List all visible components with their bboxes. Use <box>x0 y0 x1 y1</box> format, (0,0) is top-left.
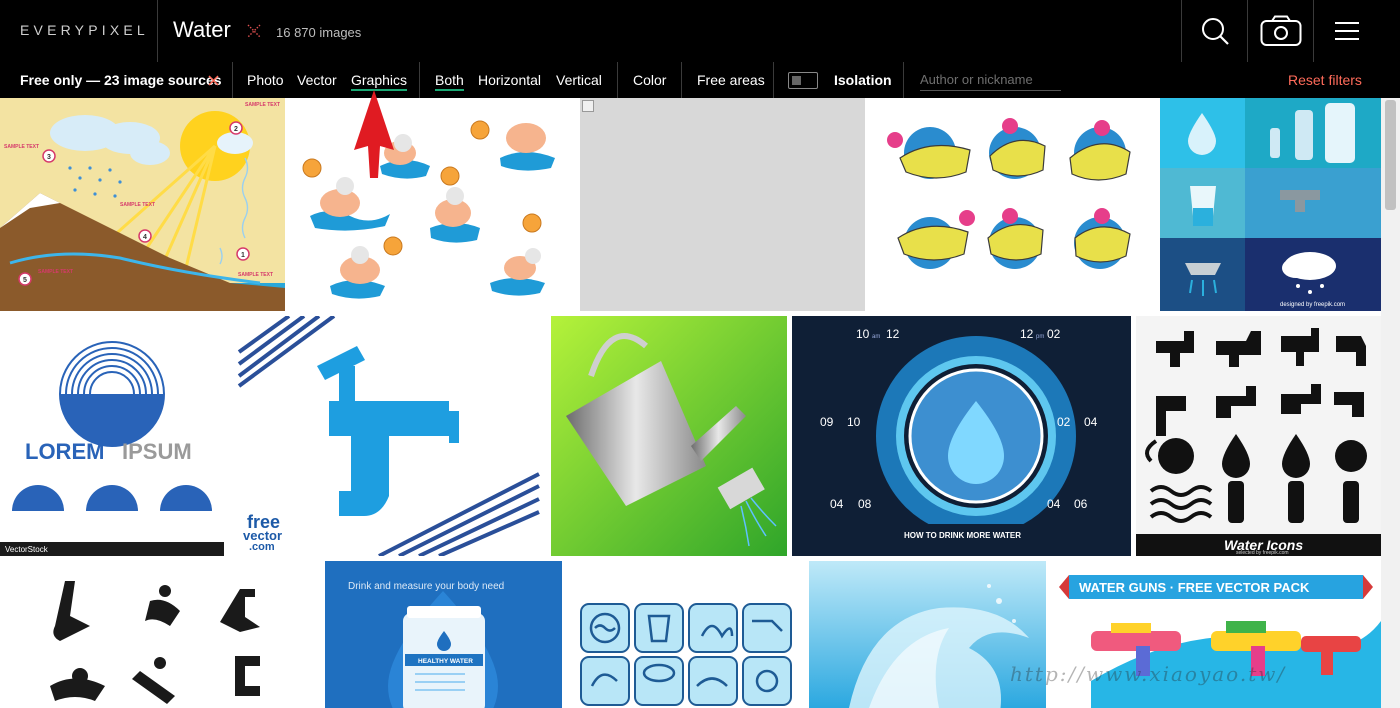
image-tile-watering-can[interactable] <box>551 316 787 556</box>
time-label: 10 <box>847 415 861 429</box>
divider <box>232 62 233 98</box>
divider <box>617 62 618 98</box>
broken-image-icon <box>582 100 594 112</box>
clear-query-icon[interactable] <box>247 24 261 38</box>
water-flat-icons-image: designed by freepik.com <box>1160 98 1381 311</box>
divider <box>773 62 774 98</box>
orientation-both[interactable]: Both <box>435 72 464 91</box>
am-label: am <box>872 334 880 340</box>
filter-bar: Free only — 23 image sources Photo Vecto… <box>0 62 1400 98</box>
time-label: 04 <box>1084 415 1098 429</box>
image-tile-water-flat-icons[interactable]: designed by freepik.com <box>1160 98 1381 311</box>
time-label: 02 <box>1047 327 1061 341</box>
image-tile-blue-faucet[interactable]: free vector .com <box>229 316 546 556</box>
type-photo[interactable]: Photo <box>247 72 284 88</box>
red-arrow-annotation <box>354 90 394 178</box>
menu-button[interactable] <box>1314 0 1379 62</box>
search-button[interactable] <box>1182 0 1247 62</box>
clock-title: HOW TO DRINK MORE WATER <box>904 531 1021 540</box>
watering-can-image <box>551 316 787 556</box>
image-tile-placeholder[interactable] <box>580 98 865 311</box>
image-tile-water-cycle[interactable]: 1 2 3 4 5 SAMPLE TEXT SAMPLE TEXT SAMPLE… <box>0 98 285 311</box>
sample-text: SAMPLE TEXT <box>38 269 73 275</box>
sample-text: SAMPLE TEXT <box>4 144 39 150</box>
image-tile-water-icons[interactable]: Water Icons selected by freepik.com <box>1136 316 1381 556</box>
sample-text: SAMPLE TEXT <box>245 102 280 108</box>
drink-water-clock-image: 10 12 09 02 04 04 12 02 10 04 08 06 am p… <box>792 316 1131 556</box>
author-input[interactable] <box>920 69 1061 91</box>
step-number: 3 <box>47 154 51 161</box>
source-filter[interactable]: Free only — 23 image sources <box>20 72 222 88</box>
water-cycle-image: 1 2 3 4 5 SAMPLE TEXT SAMPLE TEXT SAMPLE… <box>0 98 285 311</box>
step-number: 4 <box>143 234 147 241</box>
divider <box>903 62 904 98</box>
healthy-water-label: HEALTHY WATER <box>418 658 473 665</box>
image-tile-lorem-logo[interactable]: LOREM IPSUM VectorStock <box>0 316 224 556</box>
image-tile-drink-measure[interactable]: Drink and measure your body need HEALTHY… <box>325 561 562 708</box>
watermark-text: http://www.xiaoyao.tw/ <box>1010 662 1287 686</box>
divider <box>157 0 158 62</box>
image-tile-drink-more-water[interactable]: 10 12 09 02 04 04 12 02 10 04 08 06 am p… <box>792 316 1131 556</box>
lorem-logo-image: LOREM IPSUM VectorStock <box>0 341 224 556</box>
water-polo-icons-image <box>887 118 1131 269</box>
time-label: 09 <box>820 415 834 429</box>
time-label: 06 <box>1074 497 1088 511</box>
isolation-toggle[interactable] <box>788 72 818 89</box>
camera-search-button[interactable] <box>1248 0 1313 62</box>
time-label: 12 <box>1020 327 1034 341</box>
time-label: 04 <box>830 497 844 511</box>
water-icons-image: Water Icons selected by freepik.com <box>1136 328 1381 556</box>
logo-sub-text: IPSUM <box>122 439 192 464</box>
divider <box>419 62 420 98</box>
camera-icon <box>1260 15 1301 46</box>
isolation-label[interactable]: Isolation <box>834 72 892 88</box>
logo-main-text: LOREM <box>25 439 104 464</box>
time-label: 04 <box>1047 497 1061 511</box>
orientation-horizontal[interactable]: Horizontal <box>478 72 541 88</box>
type-vector[interactable]: Vector <box>297 72 337 88</box>
vectorstock-credit: VectorStock <box>5 545 49 554</box>
step-number: 5 <box>23 277 27 284</box>
divider <box>681 62 682 98</box>
search-icon <box>1201 18 1229 45</box>
water-sports-image <box>50 581 260 704</box>
free-areas-filter[interactable]: Free areas <box>697 72 765 88</box>
time-label: 10 <box>856 327 870 341</box>
drink-measure-image: Drink and measure your body need HEALTHY… <box>325 561 562 708</box>
image-tile-water-polo-icons[interactable] <box>870 98 1155 311</box>
pm-label: pm <box>1036 334 1044 340</box>
step-number: 2 <box>234 126 238 133</box>
orientation-vertical[interactable]: Vertical <box>556 72 602 88</box>
image-tile-water-polo[interactable] <box>290 98 575 311</box>
water-icons-credit: selected by freepik.com <box>1236 550 1289 556</box>
water-guns-title: WATER GUNS · FREE VECTOR PACK <box>1079 580 1310 595</box>
menu-icon <box>1334 22 1359 40</box>
drink-title: Drink and measure your body need <box>348 581 504 592</box>
image-tile-water-sports[interactable] <box>0 561 320 708</box>
toggle-knob <box>792 76 801 85</box>
reset-filters-link[interactable]: Reset filters <box>1288 72 1362 88</box>
sample-text: SAMPLE TEXT <box>120 202 155 208</box>
scrollbar-thumb[interactable] <box>1385 100 1396 210</box>
water-badges-image <box>580 603 792 706</box>
result-count: 16 870 images <box>276 25 362 40</box>
top-header: EVERYPIXEL Water 16 870 images <box>0 0 1400 62</box>
step-number: 1 <box>241 252 245 259</box>
freevector-text: .com <box>249 541 275 553</box>
image-tile-water-badges[interactable] <box>567 561 804 708</box>
search-query[interactable]: Water <box>173 17 231 43</box>
water-polo-image <box>302 120 555 299</box>
page-scrollbar[interactable] <box>1381 98 1400 708</box>
designed-by-text: designed by freepik.com <box>1280 302 1345 308</box>
blue-faucet-image: free vector .com <box>237 316 540 556</box>
close-icon[interactable] <box>208 75 219 86</box>
time-label: 08 <box>858 497 872 511</box>
color-filter[interactable]: Color <box>633 72 666 88</box>
time-label: 12 <box>886 327 900 341</box>
sample-text: SAMPLE TEXT <box>238 272 273 278</box>
everypixel-logo[interactable]: EVERYPIXEL <box>20 22 149 38</box>
time-label: 02 <box>1057 415 1071 429</box>
